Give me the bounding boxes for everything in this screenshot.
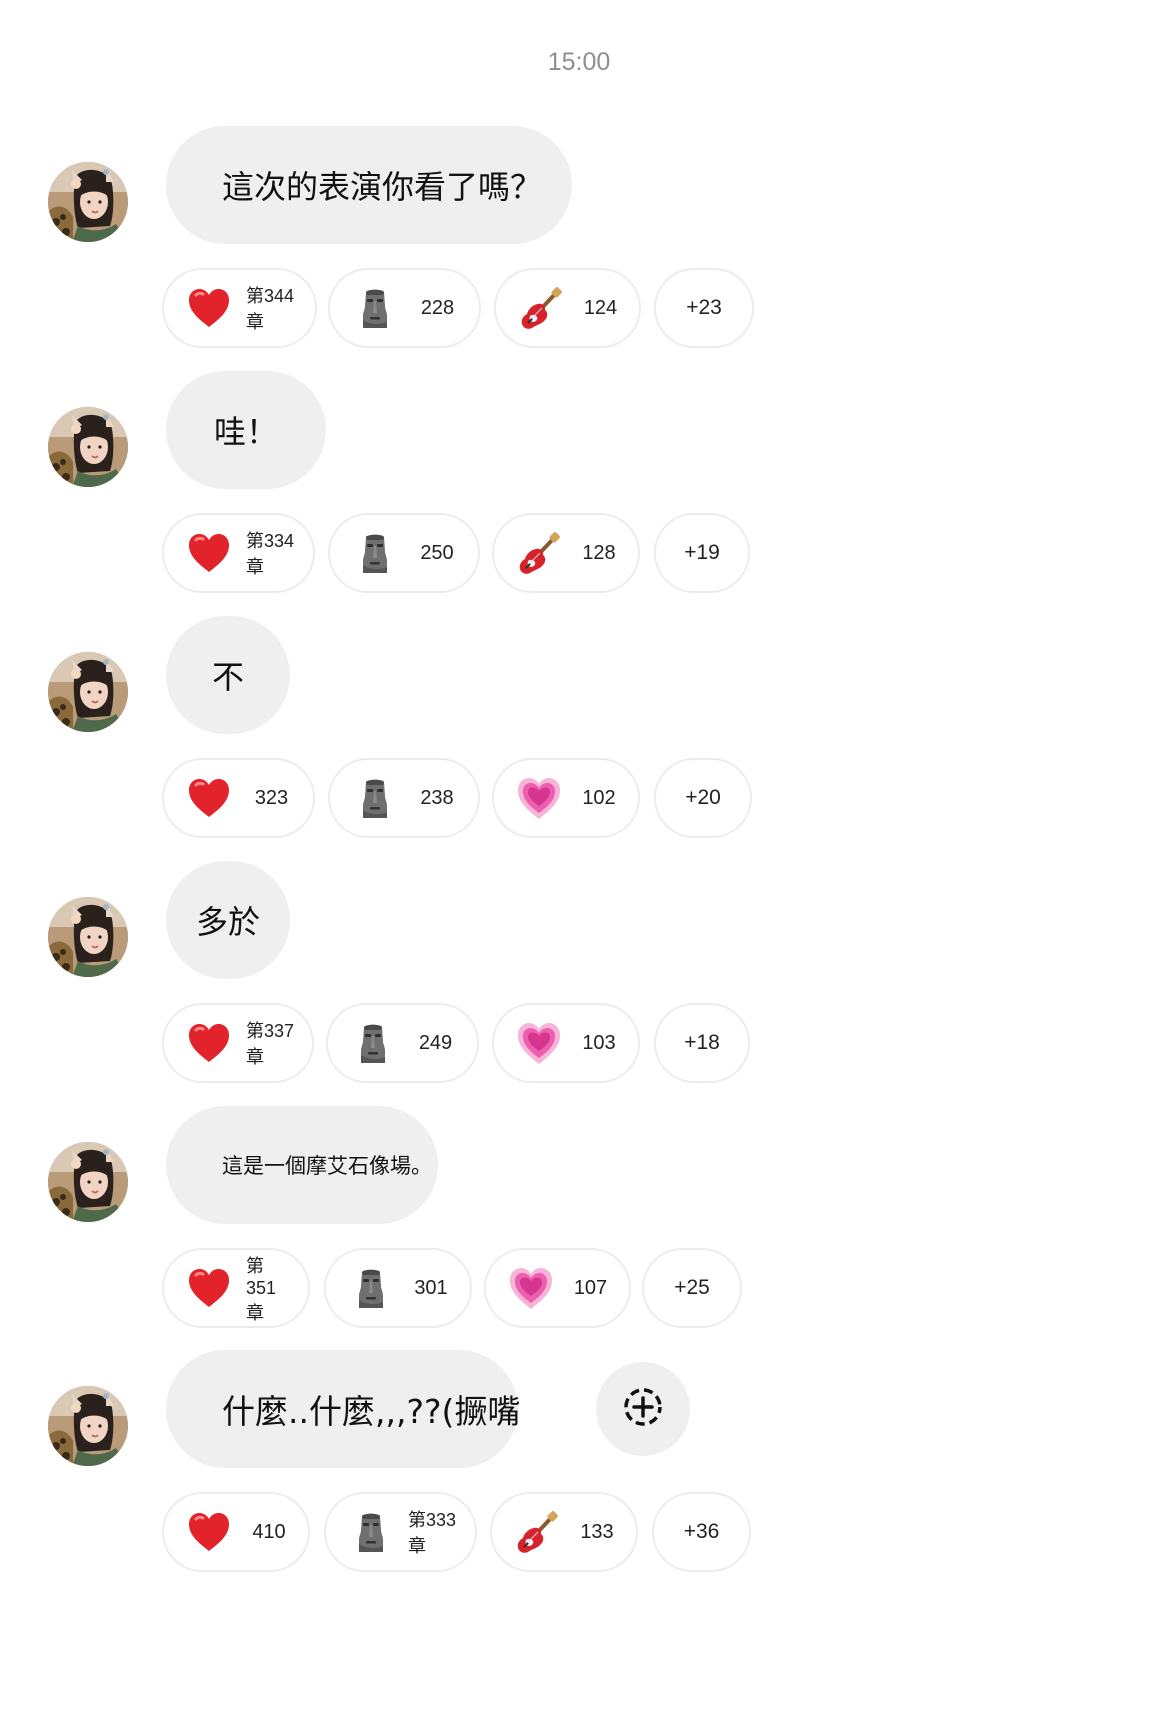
- reaction-row: 323 238 102 +20: [0, 758, 900, 838]
- more-reactions-button[interactable]: +18: [654, 1003, 750, 1083]
- message-bubble[interactable]: 不: [166, 616, 290, 734]
- more-reactions-count: +25: [674, 1276, 710, 1299]
- moai-icon: [352, 531, 398, 577]
- more-reactions-count: +36: [683, 1520, 720, 1543]
- more-reactions-button[interactable]: +36: [652, 1492, 751, 1572]
- avatar[interactable]: [48, 1142, 128, 1222]
- message-bubble[interactable]: 什麼..什麼,,,??(撅嘴: [166, 1350, 520, 1468]
- message-row: 什麼..什麼,,,??(撅嘴 410 第333章 133 +36: [0, 1350, 1158, 1622]
- more-reactions-count: +23: [686, 296, 722, 319]
- reaction-moai-pill[interactable]: 228: [328, 268, 481, 348]
- reaction-count: 323: [254, 786, 289, 809]
- reaction-heart-pill[interactable]: 第351章: [162, 1248, 310, 1328]
- reaction-count: 第351章: [246, 1255, 277, 1323]
- reaction-count: 第333章: [408, 1510, 457, 1556]
- red-heart-icon: [186, 1021, 232, 1067]
- reaction-count: 103: [582, 1031, 616, 1054]
- reaction-count: 301: [414, 1276, 448, 1299]
- reaction-moai-pill[interactable]: 238: [328, 758, 480, 838]
- message-row: 多於第337章 249 103 +18: [0, 861, 1158, 1133]
- reaction-guitar-pill[interactable]: 124: [494, 268, 641, 348]
- red-heart-icon: [186, 1510, 232, 1556]
- red-heart-icon: [186, 776, 232, 822]
- message-bubble[interactable]: 這是一個摩艾石像場。: [166, 1106, 438, 1224]
- reaction-count: 249: [418, 1031, 453, 1054]
- reaction-row: 第337章 249 103 +18: [0, 1003, 900, 1083]
- reaction-count: 102: [582, 786, 616, 809]
- more-reactions-button[interactable]: +25: [642, 1248, 742, 1328]
- reaction-row: 第344章 228 124 +23: [0, 268, 900, 348]
- reaction-count: 107: [573, 1276, 608, 1299]
- more-reactions-count: +19: [684, 541, 720, 564]
- reaction-heart-pill[interactable]: 第344章: [162, 268, 317, 348]
- reaction-count: 238: [420, 786, 454, 809]
- avatar[interactable]: [48, 1386, 128, 1466]
- guitar-icon: [516, 531, 562, 577]
- reaction-pink-heart-pill[interactable]: 103: [492, 1003, 640, 1083]
- red-heart-icon: [186, 531, 232, 577]
- reaction-heart-pill[interactable]: 410: [162, 1492, 310, 1572]
- reaction-pink-heart-pill[interactable]: 107: [484, 1248, 631, 1328]
- avatar[interactable]: [48, 162, 128, 242]
- message-row: 這次的表演你看了嗎？ 第344章 228 124 +23: [0, 126, 1158, 398]
- moai-icon: [348, 1266, 394, 1312]
- red-heart-icon: [186, 1266, 232, 1312]
- reaction-moai-pill[interactable]: 301: [324, 1248, 472, 1328]
- message-row: 不 323 238 102 +20: [0, 616, 1158, 888]
- reaction-heart-pill[interactable]: 第337章: [162, 1003, 314, 1083]
- reaction-count: 228: [420, 296, 455, 319]
- message-row: 這是一個摩艾石像場。第351章 301 107 +25: [0, 1106, 1158, 1378]
- avatar[interactable]: [48, 407, 128, 487]
- red-heart-icon: [186, 286, 232, 332]
- reaction-count: 124: [583, 296, 618, 319]
- reaction-count: 第344章: [246, 286, 295, 332]
- reaction-moai-pill[interactable]: 第333章: [324, 1492, 477, 1572]
- reaction-guitar-pill[interactable]: 133: [490, 1492, 638, 1572]
- more-reactions-button[interactable]: +23: [654, 268, 754, 348]
- reaction-pink-heart-pill[interactable]: 102: [492, 758, 640, 838]
- reaction-count: 133: [580, 1520, 614, 1543]
- guitar-icon: [514, 1510, 560, 1556]
- reaction-row: 第334章 250 128 +19: [0, 513, 900, 593]
- message-bubble[interactable]: 這次的表演你看了嗎？: [166, 126, 572, 244]
- reaction-row: 第351章 301 107 +25: [0, 1248, 900, 1328]
- add-reaction-icon: [620, 1384, 666, 1434]
- more-reactions-count: +20: [685, 786, 721, 809]
- reaction-count: 第334章: [246, 531, 295, 577]
- avatar[interactable]: [48, 652, 128, 732]
- message-row: 哇！ 第334章 250 128 +19: [0, 371, 1158, 643]
- message-bubble[interactable]: 哇！: [166, 371, 326, 489]
- reaction-moai-pill[interactable]: 249: [326, 1003, 479, 1083]
- moai-icon: [352, 776, 398, 822]
- reaction-heart-pill[interactable]: 323: [162, 758, 315, 838]
- guitar-icon: [518, 286, 564, 332]
- reaction-count: 250: [420, 541, 454, 564]
- growing-heart-icon: [516, 776, 562, 822]
- more-reactions-count: +18: [684, 1031, 720, 1054]
- moai-icon: [348, 1510, 394, 1556]
- reaction-count: 128: [582, 541, 616, 564]
- message-bubble[interactable]: 多於: [166, 861, 290, 979]
- reaction-row: 410 第333章 133 +36: [0, 1492, 900, 1572]
- avatar[interactable]: [48, 897, 128, 977]
- moai-icon: [352, 286, 398, 332]
- timestamp: 15:00: [547, 48, 611, 76]
- reaction-guitar-pill[interactable]: 128: [492, 513, 640, 593]
- more-reactions-button[interactable]: +19: [654, 513, 750, 593]
- growing-heart-icon: [516, 1021, 562, 1067]
- add-reaction-button[interactable]: [596, 1362, 690, 1456]
- reaction-count: 410: [252, 1520, 286, 1543]
- reaction-count: 第337章: [246, 1021, 295, 1067]
- growing-heart-icon: [508, 1266, 554, 1312]
- reaction-moai-pill[interactable]: 250: [328, 513, 480, 593]
- reaction-heart-pill[interactable]: 第334章: [162, 513, 315, 593]
- more-reactions-button[interactable]: +20: [654, 758, 752, 838]
- moai-icon: [350, 1021, 396, 1067]
